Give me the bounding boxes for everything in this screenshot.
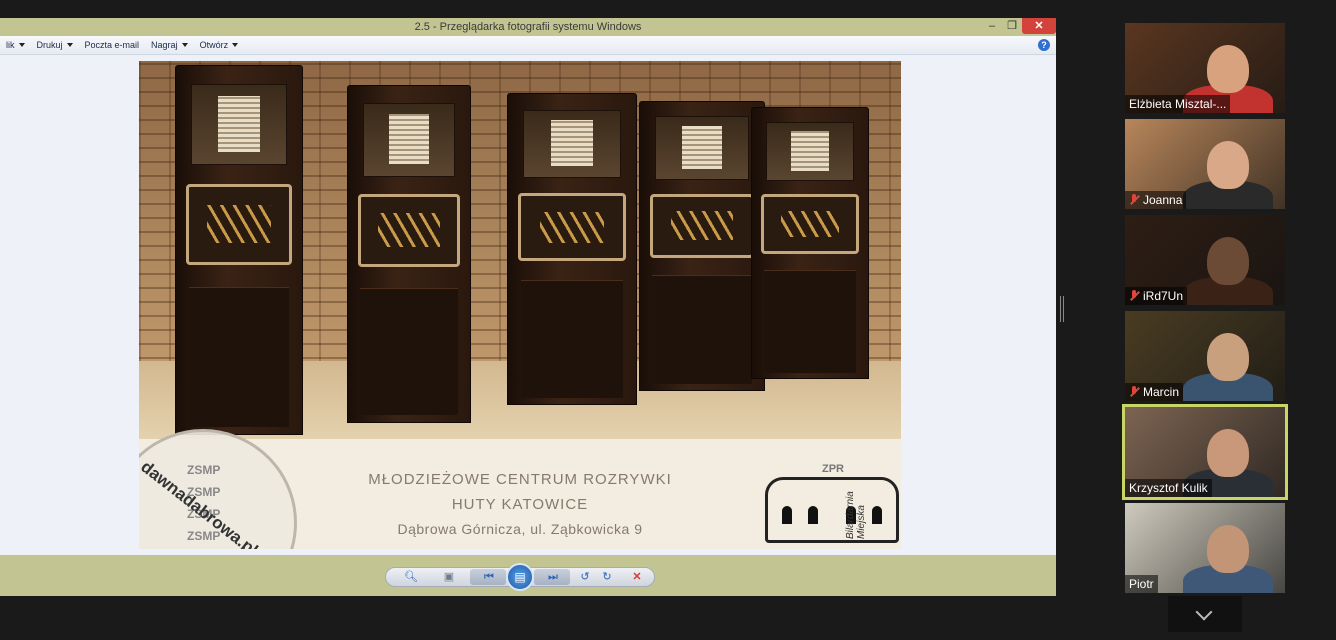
participant-face (1207, 525, 1249, 573)
menu-item-print[interactable]: Drukuj (31, 40, 79, 50)
show-more-button[interactable] (1168, 596, 1242, 632)
delete-button[interactable]: ✕ (628, 569, 646, 585)
logo-zpr-text: ZPR (822, 463, 844, 475)
muted-microphone-icon (1129, 290, 1139, 302)
next-button[interactable]: ⏭︎ (534, 569, 570, 585)
minimize-button[interactable]: – (982, 18, 1002, 34)
rotate-left-button[interactable]: ↺ (576, 569, 594, 585)
restore-button[interactable]: ❐ (1002, 18, 1022, 34)
chevron-down-icon (232, 43, 239, 47)
participant-name-label: Piotr (1125, 575, 1158, 593)
panel-resize-handle[interactable] (1060, 296, 1064, 322)
stamp-line: ZSMP (187, 463, 221, 477)
help-icon[interactable]: ? (1038, 39, 1050, 51)
rotate-right-button[interactable]: ↻ (598, 569, 616, 585)
participant-name-label: Elżbieta Misztal-... (1125, 95, 1231, 113)
participant-tile[interactable]: Elżbieta Misztal-... (1125, 23, 1285, 113)
participant-face (1207, 429, 1249, 477)
participant-name-label: Marcin (1125, 383, 1184, 401)
participant-tile[interactable]: Joanna (1125, 119, 1285, 209)
participant-name: iRd7Un (1143, 289, 1184, 303)
arcade-machine (175, 65, 303, 435)
zoom-button[interactable]: 🔍︎ (402, 569, 420, 585)
slideshow-icon: ▤ (514, 570, 526, 584)
muted-microphone-icon (1129, 194, 1139, 206)
muted-microphone-icon (1129, 386, 1139, 398)
arcade-machine (751, 107, 869, 379)
chevron-down-icon (181, 43, 188, 47)
chevron-down-icon (1195, 603, 1213, 621)
participant-name: Marcin (1143, 385, 1180, 399)
participant-name-label: Krzysztof Kulik (1125, 479, 1212, 497)
arcade-machine (507, 93, 637, 405)
photo-viewer-window: 2.5 - Przeglądarka fotografii systemu Wi… (0, 18, 1056, 596)
participant-name: Elżbieta Misztal-... (1129, 97, 1227, 111)
participant-name-label: iRd7Un (1125, 287, 1188, 305)
next-icon: ⏭︎ (548, 571, 558, 583)
participant-name: Piotr (1129, 577, 1154, 591)
menu-item-edit[interactable]: lik (0, 40, 31, 50)
logo-text: Bilardarnia Miejska (845, 491, 867, 539)
displayed-photo: MŁODZIEŻOWE CENTRUM ROZRYWKI HUTY KATOWI… (139, 61, 901, 549)
arcade-machine (347, 85, 471, 423)
participant-face (1207, 141, 1249, 189)
arcade-machine (639, 101, 765, 391)
participant-face (1207, 333, 1249, 381)
rotate-right-icon: ↻ (602, 571, 612, 583)
participant-tile[interactable]: iRd7Un (1125, 215, 1285, 305)
chevron-down-icon (66, 43, 73, 47)
participant-face (1207, 237, 1249, 285)
viewer-controls: 🔍︎ ▣ ⏮︎ ▤ ⏭︎ ↺ ↻ ✕ (0, 555, 1056, 596)
menu-item-burn[interactable]: Nagraj (145, 40, 194, 50)
previous-button[interactable]: ⏮︎ (470, 569, 506, 585)
menubar: lik Drukuj Poczta e-mail Nagraj Otwórz ? (0, 36, 1056, 55)
participant-tile[interactable]: Krzysztof Kulik (1122, 404, 1288, 500)
previous-icon: ⏮︎ (484, 571, 494, 583)
slideshow-button[interactable]: ▤ (506, 563, 534, 591)
window-title: 2.5 - Przeglądarka fotografii systemu Wi… (414, 21, 642, 33)
fit-button[interactable]: ▣ (440, 569, 458, 585)
participant-name: Joanna (1143, 193, 1183, 207)
participant-name-label: Joanna (1125, 191, 1187, 209)
participant-tile[interactable]: Piotr (1125, 503, 1285, 593)
participant-tile[interactable]: Marcin (1125, 311, 1285, 401)
fit-icon: ▣ (443, 571, 455, 583)
bilardarnia-logo (765, 477, 899, 543)
menu-item-email[interactable]: Poczta e-mail (79, 40, 146, 50)
participant-face (1207, 45, 1249, 93)
menu-item-open[interactable]: Otwórz (194, 40, 245, 50)
search-icon: 🔍︎ (404, 571, 418, 583)
close-button[interactable]: ✕ (1022, 18, 1056, 34)
chevron-down-icon (18, 43, 25, 47)
image-canvas: MŁODZIEŻOWE CENTRUM ROZRYWKI HUTY KATOWI… (0, 55, 1056, 555)
delete-icon: ✕ (632, 571, 642, 583)
participant-name: Krzysztof Kulik (1129, 481, 1208, 495)
screen: 2.5 - Przeglądarka fotografii systemu Wi… (0, 0, 1336, 640)
rotate-left-icon: ↺ (580, 571, 590, 583)
window-titlebar[interactable]: 2.5 - Przeglądarka fotografii systemu Wi… (0, 18, 1056, 36)
